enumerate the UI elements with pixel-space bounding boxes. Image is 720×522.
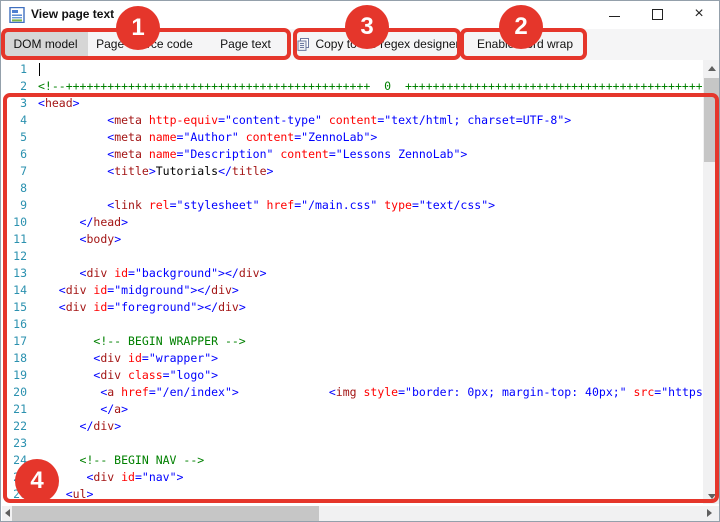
code-line: 10 </head>: [2, 214, 702, 231]
scroll-down-arrow-icon[interactable]: [708, 494, 716, 499]
code-line: 5 <meta name="Author" content="ZennoLab"…: [2, 129, 702, 146]
copy-icon: [297, 32, 310, 62]
code-line: 1: [2, 61, 702, 78]
vertical-scrollbar-thumb[interactable]: [704, 78, 719, 162]
line-number: 8: [2, 180, 27, 197]
scroll-right-arrow-icon[interactable]: [707, 509, 712, 517]
code-line: 15 <div id="foreground"></div>: [2, 299, 702, 316]
close-icon: ×: [694, 6, 703, 22]
line-number: 6: [2, 146, 27, 163]
close-button[interactable]: ×: [684, 1, 714, 27]
line-number: 19: [2, 367, 27, 384]
code-line: 11 <body>: [2, 231, 702, 248]
line-number: 18: [2, 350, 27, 367]
tab-dom-model[interactable]: DOM model: [3, 29, 88, 59]
line-number: 5: [2, 129, 27, 146]
line-number: 9: [2, 197, 27, 214]
code-line: 19 <div class="logo">: [2, 367, 702, 384]
vertical-scrollbar[interactable]: [703, 60, 720, 504]
code-rows: 12<!--++++++++++++++++++++++++++++++++++…: [2, 61, 702, 503]
page-text-icon: [9, 7, 25, 23]
line-number: 2: [2, 78, 27, 95]
code-line: 16: [2, 316, 702, 333]
view-page-text-window: View page text × DOM model Page source c…: [0, 0, 720, 522]
copy-to-regex-designer-button[interactable]: Copy to the regex designer: [297, 29, 460, 59]
code-line: 18 <div id="wrapper">: [2, 350, 702, 367]
toolbar: DOM model Page source code Page text Cop…: [2, 29, 720, 61]
line-number: 20: [2, 384, 27, 401]
line-number: 16: [2, 316, 27, 333]
line-number: 15: [2, 299, 27, 316]
line-number: 24: [2, 452, 27, 469]
code-line: 25 <div id="nav">: [2, 469, 702, 486]
maximize-icon: [652, 9, 663, 20]
window-title: View page text: [31, 7, 114, 21]
text-caret: [39, 63, 40, 76]
title-bar: View page text ×: [1, 1, 719, 29]
maximize-button[interactable]: [642, 1, 672, 27]
copy-button-label: Copy to the regex designer: [315, 37, 459, 51]
scroll-left-arrow-icon[interactable]: [5, 509, 10, 517]
line-number: 21: [2, 401, 27, 418]
line-number: 26: [2, 486, 27, 503]
horizontal-scrollbar[interactable]: [2, 506, 720, 521]
enable-word-wrap-button[interactable]: Enable word wrap: [465, 29, 585, 59]
scroll-up-arrow-icon[interactable]: [708, 66, 716, 71]
code-line: 20 <a href="/en/index"> <img style="bord…: [2, 384, 702, 401]
minimize-icon: [609, 16, 620, 17]
code-line: 21 </a>: [2, 401, 702, 418]
code-line: 23: [2, 435, 702, 452]
code-line: 22 </div>: [2, 418, 702, 435]
code-line: 3<head>: [2, 95, 702, 112]
line-number: 10: [2, 214, 27, 231]
code-line: 24 <!-- BEGIN NAV -->: [2, 452, 702, 469]
code-line: 4 <meta http-equiv="content-type" conten…: [2, 112, 702, 129]
code-line: 17 <!-- BEGIN WRAPPER -->: [2, 333, 702, 350]
line-number: 14: [2, 282, 27, 299]
tab-page-source-code[interactable]: Page source code: [88, 29, 201, 59]
code-line: 6 <meta name="Description" content="Less…: [2, 146, 702, 163]
line-number: 1: [2, 61, 27, 78]
code-line: 7 <title>Tutorials</title>: [2, 163, 702, 180]
code-line: 12: [2, 248, 702, 265]
code-line: 13 <div id="background"></div>: [2, 265, 702, 282]
line-number: 11: [2, 231, 27, 248]
line-number: 17: [2, 333, 27, 350]
code-line: 14 <div id="midground"></div>: [2, 282, 702, 299]
line-number: 7: [2, 163, 27, 180]
tab-page-text[interactable]: Page text: [201, 29, 290, 59]
line-number: 3: [2, 95, 27, 112]
line-number: 25: [2, 469, 27, 486]
code-line: 2<!--+++++++++++++++++++++++++++++++++++…: [2, 78, 702, 95]
code-editor[interactable]: 12<!--++++++++++++++++++++++++++++++++++…: [2, 60, 720, 522]
code-line: 8: [2, 180, 702, 197]
code-line: 26 <ul>: [2, 486, 702, 503]
horizontal-scrollbar-thumb[interactable]: [12, 506, 319, 521]
line-number: 22: [2, 418, 27, 435]
code-line: 9 <link rel="stylesheet" href="/main.css…: [2, 197, 702, 214]
line-number: 13: [2, 265, 27, 282]
line-number: 12: [2, 248, 27, 265]
line-number: 4: [2, 112, 27, 129]
line-number: 23: [2, 435, 27, 452]
minimize-button[interactable]: [599, 1, 629, 27]
